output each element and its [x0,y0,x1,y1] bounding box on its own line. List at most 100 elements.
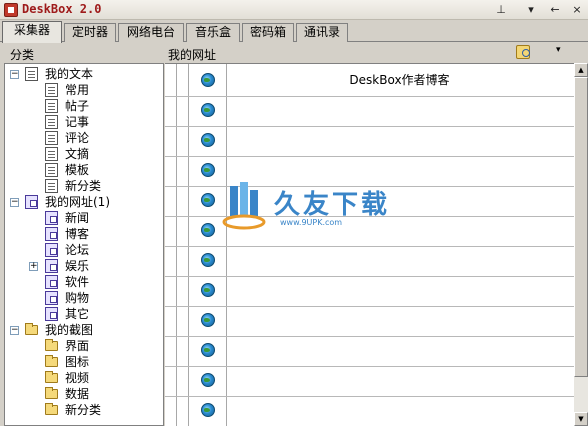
tree-item[interactable]: 评论 [5,130,163,146]
tree-item[interactable]: 软件 [5,274,163,290]
globe-icon [201,373,215,387]
tree-group[interactable]: − 我的文本 [5,66,163,82]
tree-item-label: 记事 [65,115,90,129]
tree-item[interactable]: 文摘 [5,146,163,162]
tree-item[interactable]: 新分类 [5,178,163,194]
tree-item[interactable]: 常用 [5,82,163,98]
tree-item-label: 软件 [65,275,90,289]
tree-item[interactable]: 论坛 [5,242,163,258]
tab-bar: 采集器 定时器 网络电台 音乐盒 密码箱 通讯录 [0,21,588,43]
tree-item-label: 图标 [65,355,90,369]
watermark-logo-icon [222,182,266,230]
category-tree[interactable]: − 我的文本常用 帖子 记事评论文摘模板新分类 − 我的网址(1) 新闻 博客 论坛 + 娱乐 软件购… [4,63,164,426]
tree-item[interactable]: 记事 [5,114,163,130]
chevron-down-icon[interactable]: ▾ [556,45,561,55]
url-title[interactable] [227,396,572,425]
url-title[interactable] [227,246,572,275]
tree-item-label: 其它 [65,307,90,321]
menu-dropdown-button[interactable]: ▾ [522,1,540,19]
link-icon [45,259,58,273]
folder-icon [45,355,58,367]
tree-item[interactable]: 模板 [5,162,163,178]
tab-contacts[interactable]: 通讯录 [296,23,348,42]
globe-icon [201,163,215,177]
text-doc-icon [45,99,58,113]
tree-item[interactable]: 图标 [5,354,163,370]
collapse-icon[interactable]: − [10,198,19,207]
globe-icon [201,313,215,327]
folder-icon [45,371,58,383]
url-title[interactable] [227,276,572,305]
folder-icon [45,387,58,399]
title-bar: DeskBox 2.0 ⊥ ▾ ← × [0,0,588,20]
column-divider [188,64,189,426]
url-title[interactable]: DeskBox作者博客 [227,66,572,95]
tree-group[interactable]: − 我的截图 [5,322,163,338]
tree-item[interactable]: 视频 [5,370,163,386]
tree-item[interactable]: 界面 [5,338,163,354]
link-icon [45,243,58,257]
tab-net-radio[interactable]: 网络电台 [118,23,184,42]
find-icon[interactable] [516,45,530,59]
tree-item-label: 模板 [65,163,90,177]
tab-password-box[interactable]: 密码箱 [242,23,294,42]
text-doc-icon [45,147,58,161]
tree-item[interactable]: 新闻 [5,210,163,226]
scroll-thumb[interactable] [574,77,588,377]
vertical-scrollbar[interactable]: ▲ ▼ [574,63,588,426]
expand-icon[interactable]: + [29,262,38,271]
globe-icon [201,133,215,147]
pin-button[interactable]: ⊥ [492,1,510,19]
tree-item-label: 评论 [65,131,90,145]
tab-collector[interactable]: 采集器 [2,21,62,43]
url-title[interactable] [227,366,572,395]
tree-item-label: 界面 [65,339,90,353]
text-doc-icon [45,131,58,145]
text-doc-icon [25,67,38,81]
text-doc-icon [45,179,58,193]
column-divider [176,64,177,426]
url-title[interactable] [227,126,572,155]
text-doc-icon [45,83,58,97]
text-doc-icon [45,163,58,177]
tree-item-label: 我的文本 [45,67,94,81]
url-list[interactable]: DeskBox作者博客 [165,63,574,426]
tree-item-label: 常用 [65,83,90,97]
link-icon [45,291,58,305]
scroll-up-button[interactable]: ▲ [574,63,588,77]
globe-icon [201,73,215,87]
tab-music-box[interactable]: 音乐盒 [186,23,240,42]
folder-icon [25,323,38,335]
tree-item-label: 文摘 [65,147,90,161]
scroll-down-button[interactable]: ▼ [574,412,588,426]
tree-item-label: 我的截图 [45,323,94,337]
tree-item[interactable]: 新分类 [5,402,163,418]
folder-icon [45,339,58,351]
globe-icon [201,253,215,267]
tree-item[interactable]: + 娱乐 [5,258,163,274]
collapse-icon[interactable]: − [10,70,19,79]
back-button[interactable]: ← [546,1,564,19]
tree-item[interactable]: 其它 [5,306,163,322]
tree-item[interactable]: 数据 [5,386,163,402]
watermark-url: www.9UPK.com [280,218,343,227]
url-title[interactable] [227,96,572,125]
tree-group[interactable]: − 我的网址(1) [5,194,163,210]
tree-item[interactable]: 博客 [5,226,163,242]
url-title[interactable] [227,336,572,365]
tab-timer[interactable]: 定时器 [64,23,116,42]
tree-item[interactable]: 购物 [5,290,163,306]
tree-item-label: 我的网址(1) [45,195,110,209]
tree-item-label: 博客 [65,227,90,241]
globe-icon [201,283,215,297]
url-title[interactable] [227,306,572,335]
collapse-icon[interactable]: − [10,326,19,335]
tree-item[interactable]: 帖子 [5,98,163,114]
window-title: DeskBox 2.0 [22,2,102,16]
globe-icon [201,223,215,237]
tree-item-label: 新分类 [65,179,102,193]
close-button[interactable]: × [568,1,586,19]
tree-item-label: 购物 [65,291,90,305]
watermark-text: 久友下载 [274,190,391,220]
link-icon [45,275,58,289]
